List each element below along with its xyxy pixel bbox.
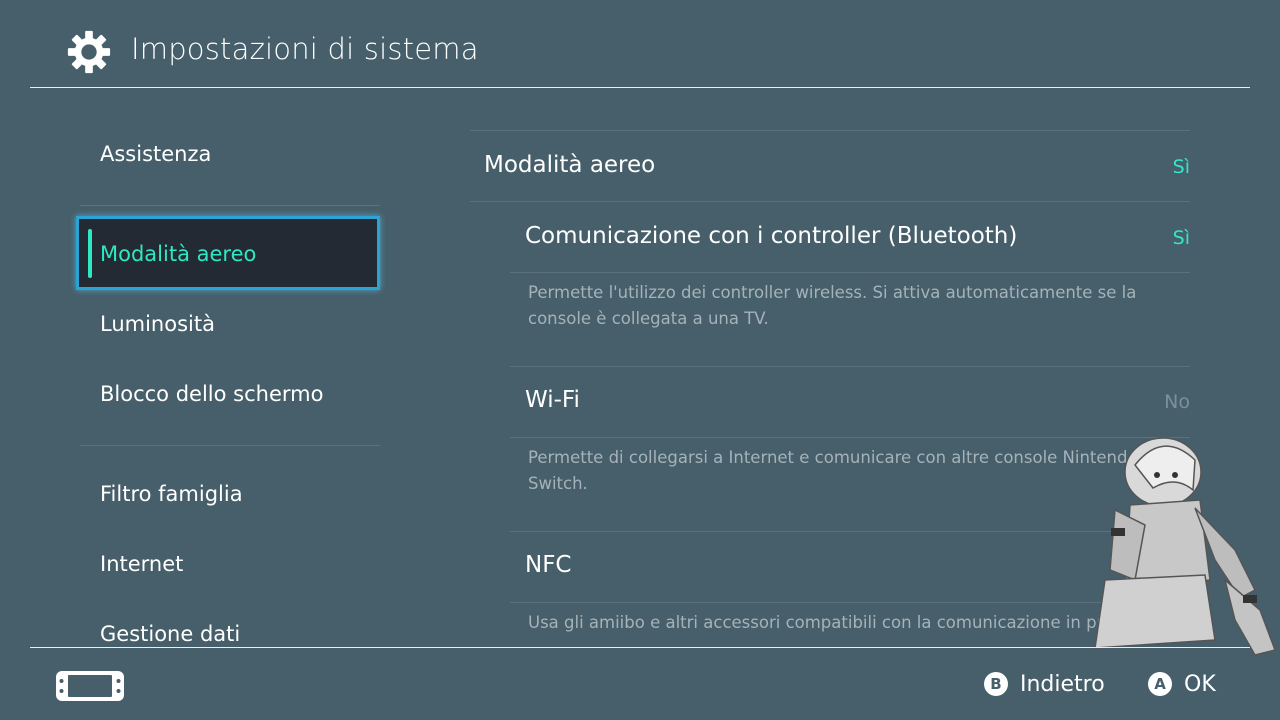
handheld-console-icon <box>56 671 124 701</box>
row-divider <box>470 130 1190 131</box>
sidebar-divider <box>80 205 380 206</box>
row-divider <box>510 272 1190 273</box>
back-button[interactable]: B Indietro <box>984 670 1105 698</box>
ok-label: OK <box>1184 671 1216 697</box>
back-label: Indietro <box>1020 671 1105 697</box>
selection-indicator <box>88 229 92 278</box>
gear-icon <box>67 30 111 74</box>
sidebar-item-blocco-schermo[interactable]: Blocco dello schermo <box>100 382 323 406</box>
setting-value: Sì <box>1172 227 1190 249</box>
page-title: Impostazioni di sistema <box>131 32 479 66</box>
setting-description: Permette l'utilizzo dei controller wirel… <box>528 283 1137 328</box>
row-divider <box>510 366 1190 367</box>
row-divider <box>470 201 1190 202</box>
b-button-icon: B <box>984 672 1008 696</box>
a-button-icon: A <box>1148 672 1172 696</box>
sidebar-item-filtro-famiglia[interactable]: Filtro famiglia <box>100 482 243 506</box>
setting-label: NFC <box>525 552 572 578</box>
setting-value: Sì <box>1172 156 1190 178</box>
sidebar: Assistenza Luminosità Blocco dello scher… <box>80 120 380 647</box>
ok-button[interactable]: A OK <box>1148 670 1216 698</box>
sidebar-item-internet[interactable]: Internet <box>100 552 183 576</box>
sidebar-item-label: Modalità aereo <box>100 242 257 266</box>
setting-value: No <box>1164 391 1190 413</box>
setting-label: Modalità aereo <box>484 152 656 178</box>
footer: B Indietro A OK <box>0 648 1280 720</box>
sidebar-divider <box>80 445 380 446</box>
sidebar-item-modalita-aereo[interactable]: Modalità aereo <box>76 216 380 290</box>
anime-character-sticker <box>1094 437 1276 656</box>
header-divider <box>30 87 1250 88</box>
setting-label: Comunicazione con i controller (Bluetoot… <box>525 223 1018 249</box>
sidebar-item-luminosita[interactable]: Luminosità <box>100 312 215 336</box>
sidebar-item-gestione-dati[interactable]: Gestione dati <box>100 622 240 646</box>
sidebar-item-assistenza[interactable]: Assistenza <box>100 142 211 166</box>
header: Impostazioni di sistema <box>0 0 1280 88</box>
setting-label: Wi-Fi <box>525 387 580 413</box>
